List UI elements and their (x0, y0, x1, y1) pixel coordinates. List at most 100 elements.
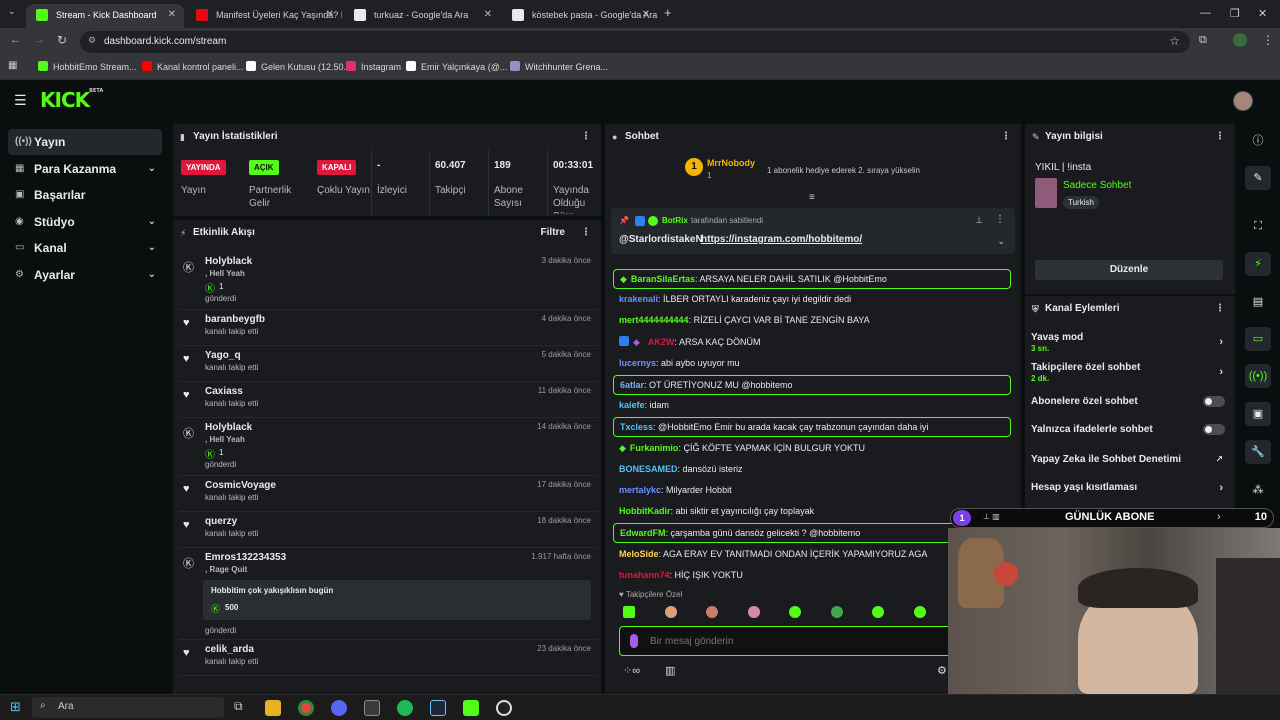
tab-close-icon[interactable]: ✕ (326, 4, 334, 26)
browser-tab[interactable]: köstebek pasta - Google'da Ara ✕ (502, 4, 658, 28)
feed-username[interactable]: Holyblack (205, 256, 252, 267)
chat-username[interactable]: tunahann74 (619, 570, 670, 580)
browser-menu-icon[interactable]: ⋮ (1262, 33, 1274, 47)
broadcast-tool-icon[interactable]: ((•)) (1245, 364, 1271, 388)
bookmark-item[interactable]: Witchhunter Grena... (510, 61, 608, 72)
chat-username[interactable]: MeloSide (619, 549, 659, 559)
file-explorer-icon[interactable] (265, 700, 281, 716)
chat-username[interactable]: HobbitKadir (619, 506, 671, 516)
emote-icon[interactable] (789, 606, 801, 618)
browser-tab[interactable]: Stream - Kick Dashboard ✕ (26, 4, 184, 28)
chat-username[interactable]: BaranSilaErtas (631, 274, 695, 284)
chat-username[interactable]: mert4444444444 (619, 315, 689, 325)
xbox-icon[interactable] (364, 700, 380, 716)
feed-username[interactable]: Caxiass (205, 386, 243, 397)
tab-close-icon[interactable]: ✕ (168, 4, 176, 26)
channel-action-item[interactable]: Yapay Zeka ile Sohbet Denetimi ↗ (1031, 454, 1223, 465)
feed-username[interactable]: celik_arda (205, 644, 254, 655)
site-info-icon[interactable]: ⚙ (88, 35, 96, 46)
channel-action-item[interactable]: Yavaş mod 3 sn. › (1031, 332, 1223, 353)
wrench-tool-icon[interactable]: 🔧 (1245, 440, 1271, 464)
edit-button[interactable]: Düzenle (1035, 260, 1223, 280)
obs-icon[interactable] (496, 700, 512, 716)
extensions-icon[interactable]: ⧉ (1199, 34, 1207, 47)
edit-tool-icon[interactable]: ✎ (1245, 166, 1271, 190)
emote-icon[interactable] (747, 606, 760, 618)
feed-username[interactable]: baranbeygfb (205, 314, 265, 325)
forward-icon[interactable]: → (34, 34, 45, 46)
chat-username[interactable]: AK2W (648, 337, 675, 347)
nav-item[interactable]: ◉ Stüdyo ⌄ (8, 209, 162, 235)
emote-icon[interactable] (872, 606, 884, 618)
crop-tool-icon[interactable]: ⛶ (1245, 214, 1271, 238)
chat-input[interactable] (650, 633, 940, 649)
actions-menu-icon[interactable]: ⋮ (1215, 296, 1225, 322)
unpin-icon[interactable]: ⊥ (975, 215, 983, 226)
close-window-icon[interactable]: ✕ (1258, 7, 1267, 20)
back-icon[interactable]: ← (10, 34, 21, 46)
nav-item[interactable]: ▦ Para Kazanma ⌄ (8, 156, 162, 182)
browser-tab[interactable]: Manifest Üyeleri Kaç Yaşında? İ ✕ (186, 4, 342, 28)
flash-tool-icon[interactable]: ⚡ (1245, 252, 1271, 276)
emote-icon[interactable] (706, 606, 718, 618)
apps-grid-icon[interactable]: ▦ (8, 60, 17, 71)
toggle-switch[interactable] (1203, 424, 1225, 435)
mic-icon[interactable] (630, 634, 638, 648)
feed-filter-button[interactable]: Filtre (541, 220, 565, 246)
bookmark-star-icon[interactable]: ☆ (1169, 34, 1180, 48)
chrome-icon[interactable] (298, 700, 314, 716)
windows-start-icon[interactable]: ⊞ (10, 699, 21, 715)
channel-action-item[interactable]: Takipçilere özel sohbet 2 dk. › (1031, 362, 1223, 383)
reload-icon[interactable]: ↻ (57, 33, 67, 47)
apps-tool-icon[interactable]: ⁂ (1245, 478, 1271, 502)
chat-tool-icon[interactable]: ▭ (1245, 327, 1271, 351)
nav-item[interactable]: ⚙ Ayarlar ⌄ (8, 262, 162, 288)
collapse-icon[interactable]: ≡ (809, 192, 815, 203)
document-tool-icon[interactable]: ▤ (1245, 290, 1271, 314)
new-tab-icon[interactable]: + (664, 5, 672, 20)
maximize-icon[interactable]: ❐ (1230, 7, 1240, 20)
emote-icon[interactable] (913, 606, 926, 618)
tab-close-icon[interactable]: ✕ (642, 4, 650, 26)
nav-item[interactable]: ((•)) Yayın (8, 129, 162, 155)
browser-tab[interactable]: turkuaz - Google'da Ara ✕ (344, 4, 500, 28)
kick-app-icon[interactable] (463, 700, 479, 716)
bookmark-item[interactable]: Emir Yalçınkaya (@... (406, 61, 507, 72)
chat-username[interactable]: Furkanimio (630, 443, 679, 453)
channel-action-item[interactable]: Yalnızca ifadelerle sohbet (1031, 424, 1225, 435)
chat-username[interactable]: krakenali (619, 294, 658, 304)
emote-icon[interactable] (664, 606, 677, 618)
bookmark-item[interactable]: Instagram (346, 61, 401, 72)
profile-avatar[interactable] (1233, 33, 1247, 47)
kick-logo[interactable]: KICKBETA (40, 88, 103, 112)
pinned-menu-icon[interactable]: ⋮ (995, 214, 1005, 225)
bookmark-item[interactable]: HobbitEmo Stream... (38, 61, 137, 72)
channel-action-item[interactable]: Abonelere özel sohbet (1031, 396, 1225, 407)
chat-username[interactable]: EdwardFM (620, 528, 666, 538)
feed-username[interactable]: Yago_q (205, 350, 241, 361)
steam-icon[interactable] (430, 700, 446, 716)
tab-close-icon[interactable]: ✕ (484, 4, 492, 26)
nav-item[interactable]: ▣ Başarılar (8, 182, 162, 208)
stats-menu-icon[interactable]: ⋮ (581, 124, 591, 150)
stream-category[interactable]: Sadece Sohbet (1063, 180, 1131, 191)
user-avatar[interactable] (1233, 91, 1253, 111)
chat-username[interactable]: mertalykc (619, 485, 661, 495)
chat-username[interactable]: 6atlar (620, 380, 644, 390)
feed-username[interactable]: CosmicVoyage (205, 480, 276, 491)
taskbar-search-box[interactable]: ⌕ Ara (32, 697, 224, 718)
minimize-icon[interactable]: — (1200, 7, 1211, 19)
emote-icon[interactable] (623, 606, 635, 618)
emote-icon[interactable] (830, 606, 843, 618)
feed-menu-icon[interactable]: ⋮ (581, 220, 591, 246)
bookmark-item[interactable]: Kanal kontrol paneli... (142, 61, 244, 72)
feed-username[interactable]: querzy (205, 516, 237, 527)
points-icon[interactable]: ⁘∞ (623, 664, 640, 677)
hamburger-menu-icon[interactable]: ☰ (14, 92, 27, 109)
task-view-icon[interactable]: ⧉ (234, 699, 243, 714)
chat-input-box[interactable] (619, 626, 959, 656)
tab-search-icon[interactable]: ⌄ (8, 6, 16, 17)
chat-username[interactable]: Txcless (620, 422, 653, 432)
chat-username[interactable]: kaiefe (619, 400, 645, 410)
spotify-icon[interactable] (397, 700, 413, 716)
